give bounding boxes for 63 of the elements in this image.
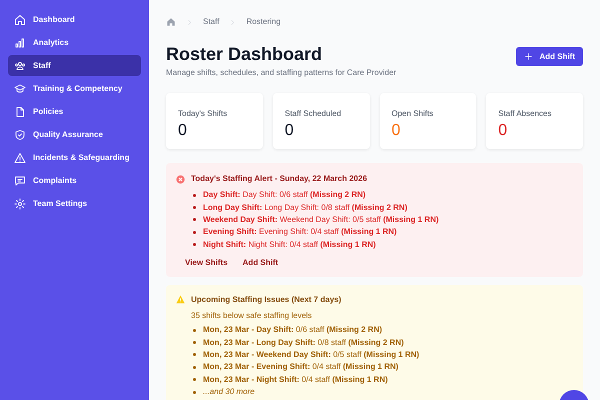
shield-check-icon (14, 128, 26, 140)
bullet-icon (193, 194, 196, 197)
alert-link[interactable]: View Shifts (185, 256, 228, 269)
shift-issue: Evening Shift: Evening Shift: 0/4 staff (Missing 1 RN) (203, 226, 397, 238)
plus-icon (524, 52, 534, 61)
stat-value: 0 (284, 121, 294, 141)
people-icon (14, 60, 26, 72)
stat-label: Today's Shifts (178, 108, 228, 120)
bullet-icon (193, 206, 196, 210)
stat-value: 0 (392, 121, 400, 141)
shift-issue: Mon, 23 Mar - Evening Shift: 0/4 staff (Missing 1 RN) (203, 361, 398, 374)
bullet-icon (193, 243, 196, 246)
shift-issue: Mon, 23 Mar - Long Day Shift: 0/8 staff (Missing 2 RN) (203, 336, 404, 349)
home-icon (14, 14, 26, 26)
breadcrumb-link[interactable]: Rostering (246, 16, 281, 28)
sidebar-item[interactable]: Policies (8, 101, 141, 122)
shift-issue: Mon, 23 Mar - Weekend Day Shift: 0/5 staff (Missing 1 RN) (203, 348, 420, 361)
sidebar-item[interactable]: Team Settings (8, 193, 141, 214)
shift-issue: Night Shift: Night Shift: 0/4 staff (Missing 1 RN) (203, 238, 376, 251)
bullet-icon (193, 230, 196, 234)
bar-chart-icon (14, 36, 26, 48)
document-icon (14, 106, 26, 118)
shift-issue: Weekend Day Shift: Weekend Day Shift: 0/5 staff (Missing 1 RN) (203, 214, 439, 226)
warning-icon (176, 295, 185, 304)
chevron-icon (186, 18, 193, 26)
sidebar-item[interactable]: Quality Assurance (8, 124, 141, 145)
warning-icon (14, 152, 26, 164)
sidebar-item[interactable]: Dashboard (8, 9, 141, 30)
sidebar-item[interactable]: Training & Competency (8, 78, 141, 99)
shift-issue: Mon, 23 Mar - Day Shift: 0/6 staff (Missing 2 RN) (203, 324, 382, 336)
page-title: Roster Dashboard (166, 43, 324, 65)
sidebar-item[interactable]: Analytics (8, 32, 141, 53)
stat-label: Staff Absences (498, 108, 552, 120)
alert-link[interactable]: Add Shift (242, 256, 278, 269)
bullet-icon (193, 218, 196, 222)
bullet-icon (193, 353, 196, 356)
bullet-icon (193, 341, 196, 344)
sidebar-item[interactable]: Incidents & Safeguarding (8, 147, 141, 168)
gear-icon (14, 198, 26, 210)
bullet-icon (193, 378, 196, 382)
bullet-icon (193, 390, 196, 394)
sidebar-item[interactable]: Staff (8, 55, 141, 76)
stat-value: 0 (178, 121, 187, 141)
alert-summary: 35 shifts below safe staffing levels (191, 310, 313, 322)
shift-issue: Mon, 23 Mar - Night Shift: 0/4 staff (Missing 1 RN) (203, 374, 388, 386)
alert-title: Upcoming Staffing Issues (Next 7 days) (191, 294, 342, 306)
bullet-icon (193, 328, 196, 332)
bullet-icon (193, 366, 196, 369)
shift-issue: Long Day Shift: Long Day Shift: 0/8 staff (Missing 2 RN) (203, 202, 408, 214)
more-note: ...and 30 more (203, 386, 255, 398)
stat-value: 0 (498, 121, 508, 141)
alert-title: Today's Staffing Alert - Sunday, 22 March 2026 (191, 173, 368, 185)
error-icon (176, 174, 185, 184)
chevron-icon (229, 18, 236, 26)
sidebar-item[interactable]: Complaints (8, 170, 141, 191)
stat-label: Open Shifts (392, 108, 434, 120)
graduation-cap-icon (14, 82, 26, 94)
shift-issue: Day Shift: Day Shift: 0/6 staff (Missing 2 RN) (203, 189, 366, 202)
add-shift-button[interactable]: Add Shift (516, 47, 583, 66)
page-subtitle: Manage shifts, schedules, and staffing patterns for Care Provider (166, 67, 396, 79)
breadcrumb-link[interactable]: Staff (203, 16, 220, 28)
chat-icon (14, 174, 26, 186)
stat-label: Staff Scheduled (284, 108, 342, 120)
